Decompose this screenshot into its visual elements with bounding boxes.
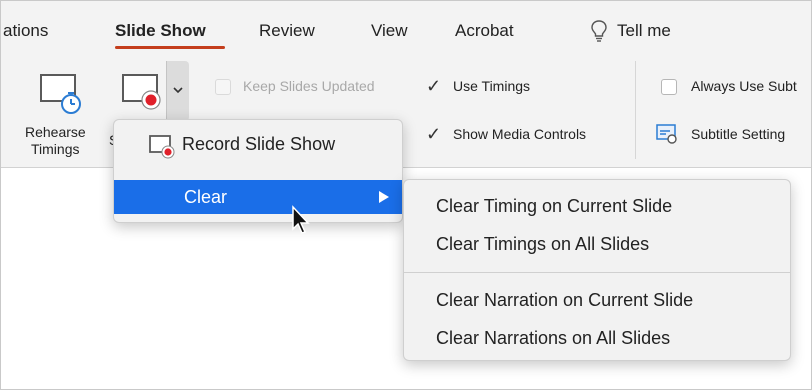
record-dropdown-menu: Record Slide Show Clear xyxy=(113,119,403,223)
tab-review[interactable]: Review xyxy=(259,21,315,41)
menu-divider xyxy=(404,272,790,273)
keep-slides-updated-checkbox[interactable] xyxy=(215,79,231,95)
keep-slides-updated-label: Keep Slides Updated xyxy=(243,78,375,94)
submenu-clear-narrations-all[interactable]: Clear Narrations on All Slides xyxy=(436,328,670,349)
record-dropdown-arrow[interactable] xyxy=(166,61,189,121)
clear-submenu: Clear Timing on Current Slide Clear Timi… xyxy=(403,179,791,361)
tab-tell-me[interactable]: Tell me xyxy=(617,21,671,41)
submenu-clear-timings-all[interactable]: Clear Timings on All Slides xyxy=(436,234,649,255)
rehearse-label-2: Timings xyxy=(31,141,80,157)
tab-slide-show[interactable]: Slide Show xyxy=(115,21,206,41)
submenu-clear-timing-current[interactable]: Clear Timing on Current Slide xyxy=(436,196,672,217)
record-slide-show-icon xyxy=(122,74,161,110)
lightbulb-icon xyxy=(589,19,609,48)
rehearse-timings-icon[interactable] xyxy=(35,71,85,124)
use-timings-checkbox[interactable]: ✓ xyxy=(426,77,441,95)
record-slide-show-icon xyxy=(149,135,175,159)
app-window: ations Slide Show Review View Acrobat Te… xyxy=(0,0,812,390)
show-media-controls-label: Show Media Controls xyxy=(453,126,587,142)
mouse-cursor-icon xyxy=(292,205,310,234)
chevron-down-icon xyxy=(173,87,183,94)
use-timings-label: Use Timings xyxy=(453,78,531,94)
rehearse-label: Rehearse xyxy=(25,124,86,140)
menu-item-clear[interactable]: Clear xyxy=(114,180,402,214)
record-slide-show-split-button[interactable] xyxy=(115,61,189,121)
submenu-arrow-icon xyxy=(379,191,389,203)
tab-view[interactable]: View xyxy=(371,21,408,41)
active-tab-indicator xyxy=(115,46,225,49)
always-use-subtitles-label: Always Use Subt xyxy=(691,78,797,94)
tab-acrobat[interactable]: Acrobat xyxy=(455,21,514,41)
menu-item-clear-label: Clear xyxy=(184,187,228,207)
tab-animations[interactable]: ations xyxy=(3,21,48,41)
submenu-clear-narration-current[interactable]: Clear Narration on Current Slide xyxy=(436,290,693,311)
subtitle-settings-icon xyxy=(656,123,678,150)
menu-item-record-slide-show[interactable]: Record Slide Show xyxy=(182,134,335,155)
always-use-subtitles-checkbox[interactable] xyxy=(661,79,677,95)
show-media-controls-checkbox[interactable]: ✓ xyxy=(426,125,441,143)
subtitle-settings-button[interactable]: Subtitle Setting xyxy=(691,126,785,143)
ribbon-group-divider xyxy=(635,61,636,159)
